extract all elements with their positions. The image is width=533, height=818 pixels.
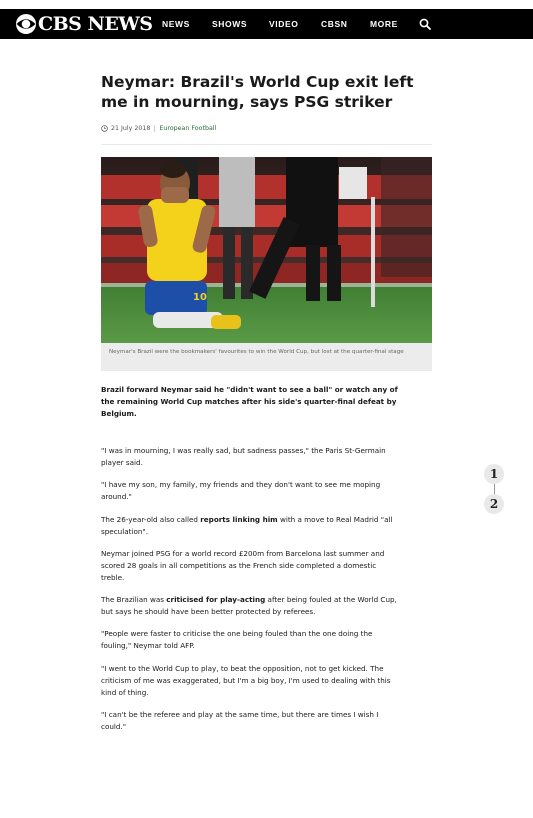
nav-video[interactable]: VIDEO [269,9,298,39]
cbs-eye-icon [16,14,36,34]
top-navigation-bar: CBS NEWS NEWS SHOWS VIDEO CBSN MORE [0,9,533,39]
nav-cbsn[interactable]: CBSN [321,9,348,39]
article-lead: Brazil forward Neymar said he "didn't wa… [101,385,398,418]
article-paragraph-4: Neymar joined PSG for a world record £20… [101,549,385,582]
image-caption: Neymar's Brazil were the bookmakers' fav… [109,349,404,355]
article-hero-image: 10 [101,157,432,343]
article-paragraph-8: "I can't be the referee and play at the … [101,710,379,731]
article-date: 21 July 2018 [111,125,151,132]
article-paragraph-1: "I was in mourning, I was really sad, bu… [101,446,386,467]
article-paragraph-5: The Brazilian was criticised for play-ac… [101,594,401,618]
pager-button-1[interactable]: 1 [484,464,504,484]
nav-news[interactable]: NEWS [162,9,190,39]
svg-text:10: 10 [193,292,207,303]
search-icon[interactable] [419,18,431,30]
paragraph-text: The Brazilian was [101,595,167,604]
article-title: Neymar: Brazil's World Cup exit left me … [101,73,414,111]
side-pager: 1 2 [484,464,504,514]
cbs-news-logo[interactable]: CBS NEWS [15,13,153,35]
article-category-link[interactable]: European Football [159,125,216,132]
header-divider [101,144,432,145]
nav-more[interactable]: MORE [370,9,398,39]
article-paragraph-2: "I have my son, my family, my friends an… [101,480,381,501]
criticised-for-play-acting-link[interactable]: criticised for play-acting [166,595,265,604]
article-paragraph-3: The 26-year-old also called reports link… [101,514,401,538]
reports-linking-him-link[interactable]: reports linking him [200,515,277,524]
image-caption-box: Neymar's Brazil were the bookmakers' fav… [101,343,432,371]
clock-icon [101,125,108,132]
paragraph-text: The 26-year-old also called [101,515,201,524]
pager-connector [493,484,495,494]
brand-name: CBS NEWS [38,13,153,35]
article-paragraph-7: "I went to the World Cup to play, to bea… [101,664,391,697]
pager-button-2[interactable]: 2 [484,494,504,514]
article-paragraph-6: "People were faster to criticise the one… [101,629,373,650]
nav-shows[interactable]: SHOWS [212,9,247,39]
article-meta: 21 July 2018 European Football [101,125,216,132]
meta-divider [154,125,156,132]
